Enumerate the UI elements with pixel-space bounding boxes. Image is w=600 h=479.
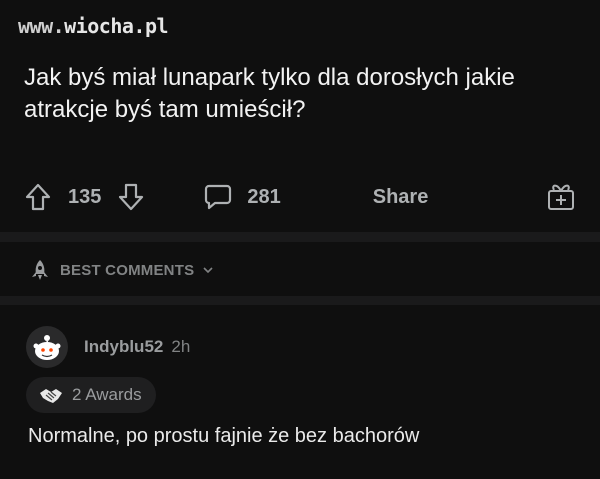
upvote-icon[interactable] — [24, 182, 52, 212]
section-divider — [0, 296, 600, 305]
comment-bubble-icon — [203, 182, 233, 212]
award-gift-icon[interactable] — [544, 179, 578, 213]
watermark: www.wiocha.pl — [18, 14, 169, 38]
sort-label: BEST COMMENTS — [60, 261, 195, 279]
vote-count: 135 — [68, 185, 102, 208]
share-button[interactable]: Share — [373, 186, 429, 209]
section-divider — [0, 232, 600, 242]
awards-count: 2 Awards — [72, 385, 142, 404]
comment-timestamp: 2h — [171, 337, 191, 356]
rocket-icon — [28, 258, 52, 282]
downvote-icon[interactable] — [117, 182, 145, 212]
handshake-icon — [38, 383, 64, 407]
chevron-down-icon — [202, 264, 214, 276]
comment-body: Normalne, po prostu fajnie że bez bachor… — [28, 425, 420, 447]
avatar[interactable] — [26, 326, 68, 368]
comments-button[interactable]: 281 — [203, 182, 296, 212]
watermark-site: wiocha.pl — [64, 14, 169, 38]
comment-sort-dropdown[interactable]: BEST COMMENTS — [28, 258, 214, 282]
post-title: Jak byś miał lunapark tylko dla dorosłyc… — [24, 64, 515, 123]
awards-badge[interactable]: 2 Awards — [26, 377, 156, 413]
watermark-prefix: www. — [18, 14, 65, 38]
vote-group: 135 — [24, 182, 145, 212]
post-action-bar: 135 281 Share — [24, 175, 584, 219]
comment-header: Indyblu52 2h — [26, 326, 190, 368]
comment-username[interactable]: Indyblu52 — [84, 337, 163, 357]
comment-count: 281 — [247, 185, 281, 208]
